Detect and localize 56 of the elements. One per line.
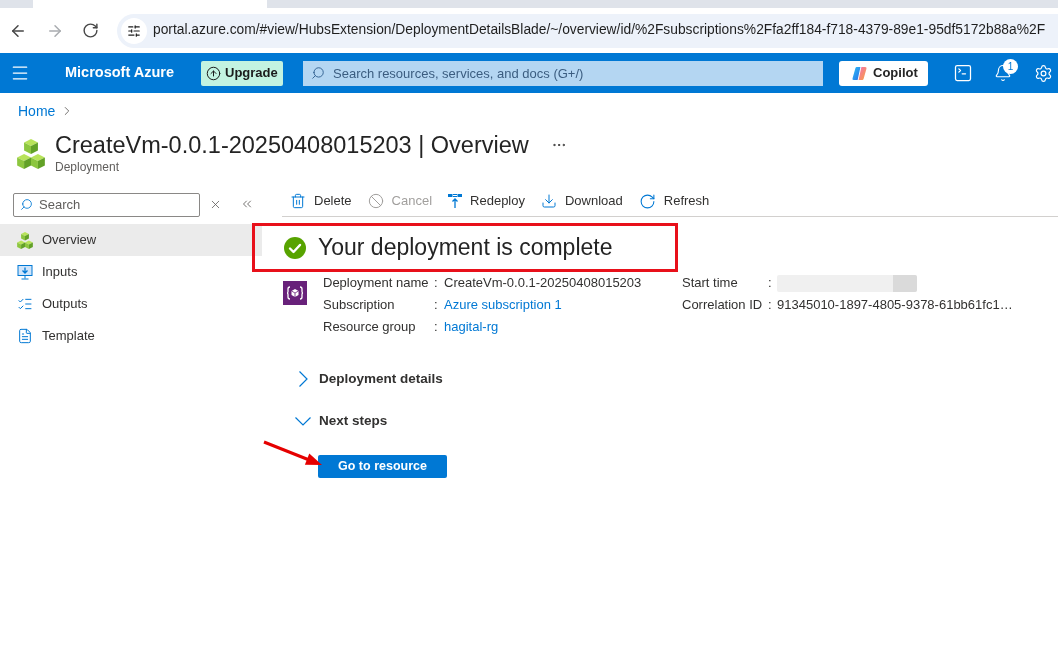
address-bar[interactable]: portal.azure.com/#view/HubsExtension/DeploymentDetailsBlade/~/overview/id/%2Fsubscriptions%2Ffa2ff184-f718-4379-89e1-95df5172b88a%2F	[117, 13, 1058, 48]
field-label: Resource group	[323, 318, 417, 337]
search-field[interactable]: Search resources, services, and docs (G+/)	[303, 60, 823, 86]
field-label: Start time	[682, 274, 739, 293]
search-icon	[311, 66, 325, 80]
label-colon: :	[434, 296, 439, 315]
toolbar-button[interactable]: Delete	[282, 187, 360, 215]
checklist-icon	[17, 296, 33, 312]
field-label: Deployment name	[323, 274, 430, 293]
cubes-icon	[17, 231, 33, 249]
search-icon	[20, 197, 33, 211]
nav-item[interactable]: Overview	[0, 224, 262, 256]
toolbar-button[interactable]: Download	[533, 187, 631, 215]
field-label: Correlation ID	[682, 296, 764, 315]
value-link[interactable]: Azure subscription 1	[444, 295, 562, 315]
value-link[interactable]: hagital-rg	[444, 317, 499, 337]
value-text: 91345010-1897-4805-9378-61bb61fc1…	[777, 296, 1013, 315]
annotation-arrow	[262, 440, 324, 468]
upgrade-button[interactable]: Upgrade	[201, 60, 283, 86]
monitor-download-icon	[17, 264, 33, 280]
url-text: portal.azure.com/#view/HubsExtension/DeploymentDetailsBlade/~/overview/id/%2Fsubscriptions%2Ffa2ff184-f718-4379-89e1-95df5172b88a%2F	[153, 21, 1046, 40]
bell-icon[interactable]	[994, 64, 1012, 82]
document-icon	[17, 328, 33, 344]
refresh-icon	[638, 192, 656, 210]
terminal-icon[interactable]	[953, 63, 973, 83]
squares-arrow-icon	[448, 194, 463, 208]
toolbar-button[interactable]: Refresh	[630, 187, 718, 215]
section-toggle[interactable]: Next steps	[282, 405, 392, 437]
value-text: CreateVm-0.0.1-20250408015203	[444, 274, 642, 293]
download-icon	[541, 193, 557, 209]
field-label: Subscription	[323, 296, 396, 315]
go-to-resource-button[interactable]: Go to resource	[318, 455, 447, 478]
arrow-up-circle-icon	[206, 65, 221, 81]
brand-name[interactable]: Microsoft Azure	[65, 62, 201, 84]
section-toggle[interactable]: Deployment details	[282, 363, 447, 395]
breadcrumb-link[interactable]: Home	[18, 100, 56, 122]
copilot-button[interactable]: Copilot	[839, 60, 928, 86]
notification-badge: 1	[1003, 59, 1018, 74]
braces-cube-icon	[283, 281, 307, 305]
label-colon: :	[768, 296, 773, 315]
page-title: CreateVm-0.0.1-20250408015203 | Overview	[55, 131, 529, 159]
logo-icon	[852, 65, 867, 81]
sliders-icon[interactable]	[121, 17, 147, 44]
status-message: Your deployment is complete	[318, 233, 613, 263]
trash-icon	[290, 193, 306, 209]
search-field[interactable]: Search	[13, 192, 200, 217]
cubes-icon	[17, 139, 45, 169]
prohibited-icon	[367, 193, 384, 209]
settings-icon[interactable]	[1034, 63, 1053, 83]
label-colon: :	[434, 318, 439, 337]
label-colon: :	[434, 274, 439, 293]
toolbar-button[interactable]: Redeploy	[440, 187, 533, 215]
label-colon: :	[768, 274, 773, 293]
page-subtitle: Deployment	[55, 159, 120, 175]
check-circle-icon	[284, 236, 306, 259]
reload-icon[interactable]	[82, 22, 99, 39]
